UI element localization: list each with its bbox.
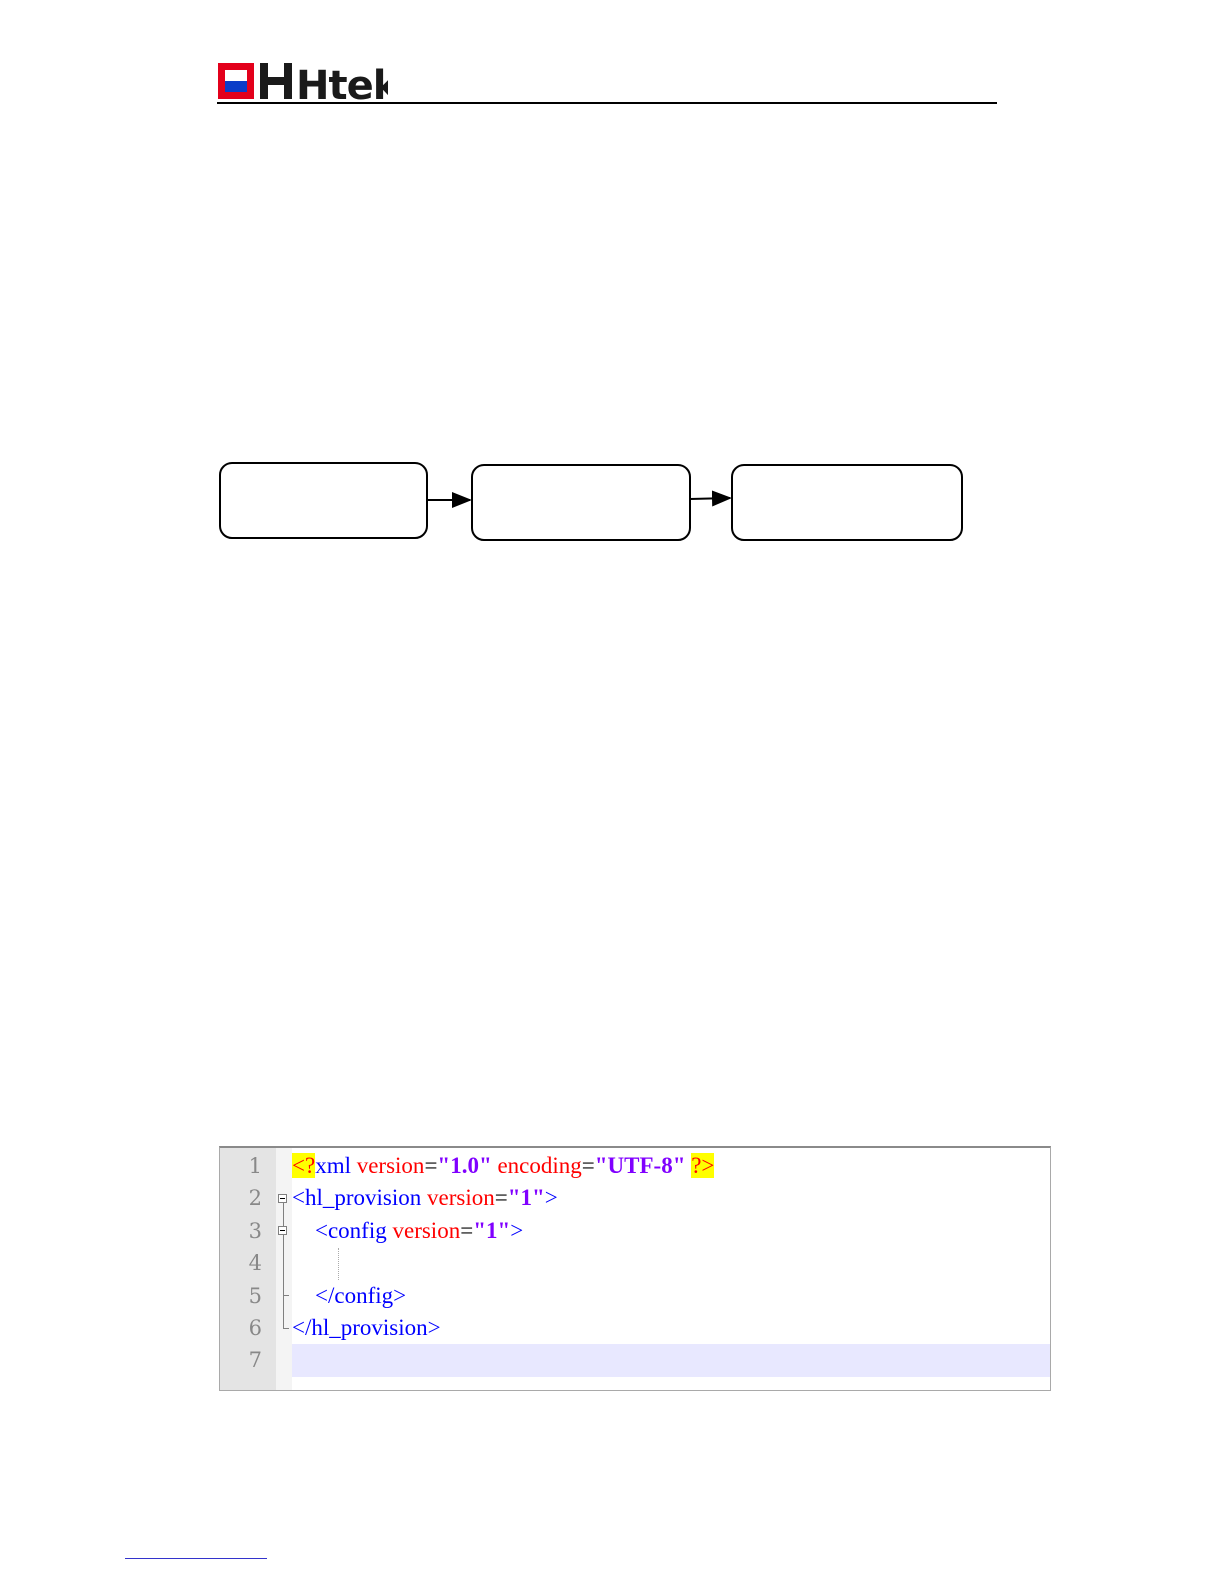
code-token-attr: version (427, 1185, 495, 1211)
code-line: 1 <?xml version="1.0" encoding="UTF-8" ?> (220, 1150, 1050, 1182)
code-token-pi: <? (292, 1153, 316, 1178)
footer-link-rule (125, 1558, 267, 1559)
xml-code-editor: 1 <?xml version="1.0" encoding="UTF-8" ?>… (219, 1146, 1051, 1391)
line-number: 5 (248, 1283, 262, 1308)
line-number: 6 (248, 1315, 262, 1340)
code-line: 7 (220, 1344, 1050, 1377)
fold-line (283, 1203, 284, 1329)
code-line: 3 <config version="1"> (220, 1215, 1050, 1247)
line-code: </config> (292, 1280, 406, 1312)
code-line: 5 </config> (220, 1280, 1050, 1312)
line-code: </hl_provision> (292, 1312, 441, 1344)
flow-arrow-2 (689, 490, 732, 507)
code-token-tag: > (510, 1217, 524, 1243)
code-token-tag: </hl_provision> (292, 1314, 441, 1340)
code-token-pi: ?> (691, 1153, 715, 1178)
fold-end-marker (283, 1295, 289, 1296)
code-lines: 1 <?xml version="1.0" encoding="UTF-8" ?>… (220, 1150, 1050, 1377)
header-rule (217, 102, 997, 104)
code-token-val: "UTF-8" (594, 1153, 686, 1178)
code-line: 4 (220, 1247, 1050, 1279)
code-token-val: "1.0" (437, 1153, 492, 1178)
flow-box-2 (471, 464, 691, 541)
line-code: <config version="1"> (292, 1215, 523, 1247)
code-token-attr: version (356, 1153, 425, 1178)
flow-box-1 (219, 462, 428, 539)
current-line-highlight (292, 1344, 1050, 1377)
code-token-attr: encoding (497, 1153, 582, 1178)
indent-guide (338, 1248, 339, 1280)
line-number: 7 (248, 1348, 262, 1373)
code-token-val: "1" (473, 1217, 511, 1243)
line-code: <hl_provision version="1"> (292, 1182, 558, 1214)
code-line: 6 </hl_provision> (220, 1312, 1050, 1344)
code-token-tag: <hl_provision (292, 1185, 428, 1211)
code-token-plain: = (581, 1153, 595, 1178)
line-number: 1 (248, 1154, 262, 1178)
fold-collapse-icon[interactable] (278, 1226, 287, 1235)
code-token-tag: </config> (315, 1282, 407, 1308)
code-line: 2 <hl_provision version="1"> (220, 1182, 1050, 1214)
htek-logo: Htek (218, 63, 388, 102)
code-token-tag: xml (315, 1153, 357, 1178)
line-code: <?xml version="1.0" encoding="UTF-8" ?> (292, 1150, 715, 1182)
line-number: 2 (248, 1186, 262, 1211)
fold-end-marker (283, 1328, 289, 1329)
code-token-tag: <config (315, 1217, 393, 1243)
logo-wordmark: Htek (296, 63, 388, 102)
code-token-tag: > (544, 1185, 558, 1211)
code-token-plain: = (494, 1185, 508, 1211)
code-token-plain: = (460, 1217, 474, 1243)
code-token-attr: version (392, 1217, 461, 1243)
line-number: 3 (248, 1218, 262, 1243)
code-token-val: "1" (507, 1185, 545, 1211)
fold-collapse-icon[interactable] (278, 1194, 287, 1203)
line-number: 4 (248, 1251, 262, 1276)
flow-box-3 (731, 464, 963, 541)
code-token-plain: = (424, 1153, 438, 1178)
